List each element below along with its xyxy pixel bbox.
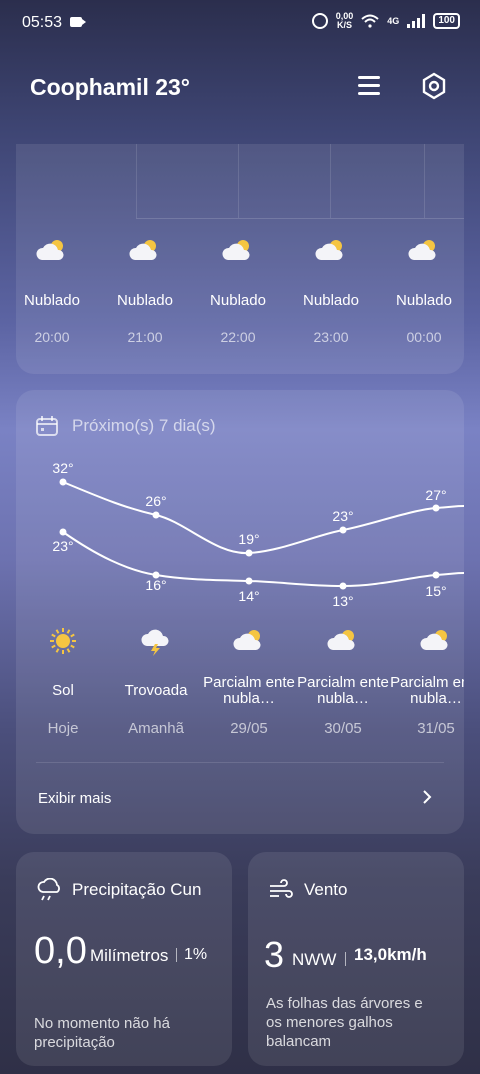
high-point bbox=[59, 478, 67, 486]
screen-record-icon bbox=[70, 17, 86, 27]
cloud-sun-icon bbox=[407, 236, 441, 266]
low-point bbox=[245, 577, 253, 585]
low-point bbox=[339, 582, 347, 590]
hourly-time: 23:00 bbox=[313, 329, 349, 345]
high-point bbox=[432, 504, 440, 512]
daily-condition: Trovoada bbox=[124, 682, 188, 699]
rain-cloud-icon bbox=[37, 878, 60, 901]
wind-header: Vento bbox=[268, 878, 348, 902]
wind-icon bbox=[270, 879, 293, 898]
high-temp-line bbox=[62, 481, 464, 555]
header: Coophamil 23° bbox=[0, 60, 480, 116]
high-temp-label: 23° bbox=[332, 508, 354, 524]
hourly-time: 20:00 bbox=[34, 329, 70, 345]
wifi-icon bbox=[361, 14, 379, 28]
settings-icon[interactable] bbox=[420, 72, 448, 100]
alarm-icon bbox=[311, 13, 328, 29]
daily-item: Parcialm ente nubla… 31/05 bbox=[388, 626, 464, 737]
daily-condition: Sol bbox=[52, 682, 74, 699]
hourly-time: 00:00 bbox=[406, 329, 442, 345]
partly-cloudy-icon bbox=[232, 626, 266, 656]
high-temp-label: 27° bbox=[425, 487, 447, 503]
hourly-item: Nublado 00:00 bbox=[378, 236, 464, 345]
chevron-right-icon[interactable] bbox=[420, 790, 434, 804]
precipitation-header: Precipitação Cun bbox=[36, 878, 201, 902]
hourly-item: Nublado 22:00 bbox=[192, 236, 284, 345]
daily-item: Parcialm ente nubla… 30/05 bbox=[295, 626, 391, 737]
precipitation-title: Precipitação Cun bbox=[72, 880, 202, 899]
thunderstorm-icon bbox=[139, 626, 173, 656]
hourly-item: Nublado 20:00 bbox=[16, 236, 98, 345]
hourly-time: 22:00 bbox=[220, 329, 256, 345]
precipitation-value: 0,0 bbox=[34, 930, 87, 972]
location-title: Coophamil 23° bbox=[30, 74, 191, 100]
partly-cloudy-icon bbox=[326, 626, 360, 656]
precipitation-description: No momento não há precipitação bbox=[34, 1015, 170, 1051]
low-temp-label: 23° bbox=[52, 538, 74, 554]
daily-item: Parcialm ente nubla… 29/05 bbox=[201, 626, 297, 737]
hourly-item: Nublado 21:00 bbox=[99, 236, 191, 345]
hourly-condition: Nublado bbox=[117, 292, 173, 309]
hourly-condition: Nublado bbox=[24, 292, 80, 309]
precipitation-card[interactable]: Precipitação Cun 0,0 Milímetros 1% No mo… bbox=[16, 852, 232, 1066]
high-temp-label: 32° bbox=[52, 460, 74, 476]
menu-icon[interactable] bbox=[358, 76, 380, 96]
hourly-time: 21:00 bbox=[127, 329, 163, 345]
status-icons: 0,00 K/S 4G 100 bbox=[311, 11, 460, 30]
sun-icon bbox=[46, 626, 80, 656]
cloud-sun-icon bbox=[314, 236, 348, 266]
temperature-curve bbox=[59, 478, 464, 590]
wind-title: Vento bbox=[304, 880, 348, 899]
daily-item: Trovoada Amanhã bbox=[108, 626, 204, 737]
status-time: 05:53 bbox=[22, 14, 63, 31]
low-temp-label: 15° bbox=[425, 583, 447, 599]
low-point bbox=[59, 528, 67, 536]
high-point bbox=[245, 549, 253, 557]
low-temp-label: 13° bbox=[332, 593, 354, 609]
daily-date: Amanhã bbox=[128, 720, 184, 737]
daily-date: 31/05 bbox=[417, 720, 455, 737]
wind-card[interactable]: Vento 3 NWW 13,0km/h As folhas das árvor… bbox=[248, 852, 464, 1066]
network-speed: 0,00 K/S bbox=[335, 11, 354, 30]
low-point bbox=[432, 571, 440, 579]
cloud-sun-icon bbox=[35, 236, 69, 266]
hourly-item: Nublado 23:00 bbox=[285, 236, 377, 345]
hourly-condition: Nublado bbox=[303, 292, 359, 309]
hourly-condition: Nublado bbox=[210, 292, 266, 309]
high-temp-label: 26° bbox=[145, 493, 167, 509]
wind-direction: NWW bbox=[292, 950, 337, 969]
high-point bbox=[152, 511, 160, 519]
low-temp-label: 14° bbox=[238, 588, 260, 604]
weekly-forecast-card[interactable]: Próximo(s) 7 dia(s) 32° 23° Sol Hoje 26° 16… bbox=[16, 390, 464, 834]
precipitation-percent: 1% bbox=[184, 946, 208, 963]
low-temp-label: 16° bbox=[145, 577, 167, 593]
network-type: 4G bbox=[387, 16, 400, 26]
precipitation-unit: Milímetros bbox=[90, 946, 169, 965]
show-more-link[interactable]: Exibir mais bbox=[38, 790, 111, 807]
hourly-forecast-card[interactable]: Nublado 20:00 Nublado 21:00 Nublado 22:0… bbox=[16, 144, 464, 374]
battery-icon: 100 bbox=[433, 13, 460, 29]
daily-condition: Parcialm ente nubla… bbox=[203, 674, 295, 707]
high-temp-label: 19° bbox=[238, 531, 260, 547]
hourly-condition: Nublado bbox=[396, 292, 452, 309]
wind-level: 3 bbox=[264, 934, 285, 975]
daily-date: 30/05 bbox=[324, 720, 362, 737]
daily-condition: Parcialm ente nubla… bbox=[297, 674, 389, 707]
daily-date: 29/05 bbox=[230, 720, 268, 737]
low-temp-line bbox=[62, 531, 464, 588]
cloud-sun-icon bbox=[128, 236, 162, 266]
daily-item: Sol Hoje bbox=[16, 626, 111, 737]
high-point bbox=[339, 526, 347, 534]
status-bar: 05:53 0,00 K/S 4G 100 bbox=[0, 0, 480, 46]
daily-condition: Parcialm ente nubla… bbox=[390, 674, 464, 707]
daily-date: Hoje bbox=[47, 720, 79, 737]
partly-cloudy-icon bbox=[419, 626, 453, 656]
wind-description: As folhas das árvores e os menores galho… bbox=[266, 995, 423, 1046]
cloud-sun-icon bbox=[221, 236, 255, 266]
signal-icon bbox=[407, 14, 426, 28]
wind-speed: 13,0km/h bbox=[354, 945, 427, 964]
